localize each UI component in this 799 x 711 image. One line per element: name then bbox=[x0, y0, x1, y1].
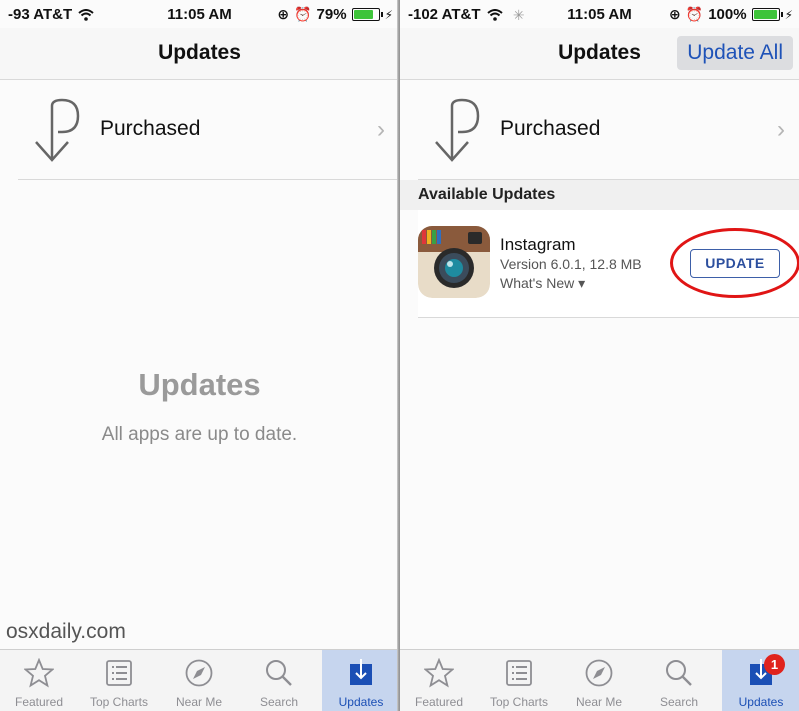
tab-label: Near Me bbox=[575, 695, 622, 709]
status-bar: -93 AT&T 11:05 AM ⊕ ⏰ 79% ⚡ bbox=[0, 0, 399, 28]
page-title: Updates bbox=[158, 41, 241, 64]
section-header-label: Available Updates bbox=[418, 186, 556, 203]
star-icon bbox=[424, 658, 454, 688]
purchased-icon bbox=[35, 98, 80, 162]
tab-updates[interactable]: Updates bbox=[322, 650, 399, 711]
compass-icon bbox=[185, 659, 213, 687]
battery-icon bbox=[751, 8, 783, 21]
tab-near-me[interactable]: Near Me bbox=[560, 650, 638, 711]
tab-label: Updates bbox=[738, 695, 784, 709]
purchased-icon bbox=[435, 98, 480, 162]
battery-percent: 79% bbox=[316, 6, 347, 23]
nav-bar: Updates bbox=[0, 28, 399, 80]
search-icon bbox=[666, 660, 692, 686]
battery-icon bbox=[351, 8, 383, 21]
app-update-row[interactable]: Instagram Version 6.0.1, 12.8 MB What's … bbox=[418, 210, 799, 318]
empty-state-subtitle: All apps are up to date. bbox=[101, 424, 298, 445]
app-name: Instagram bbox=[500, 235, 576, 254]
tab-featured[interactable]: Featured bbox=[0, 650, 78, 711]
tab-featured[interactable]: Featured bbox=[400, 650, 478, 711]
tab-bar: Featured Top Charts Near Me Search bbox=[400, 649, 799, 711]
updates-badge: 1 bbox=[764, 654, 785, 675]
list-icon bbox=[106, 660, 132, 686]
tab-label: Search bbox=[659, 695, 699, 709]
tab-label: Top Charts bbox=[489, 695, 549, 709]
tab-search[interactable]: Search bbox=[640, 650, 718, 711]
tab-label: Featured bbox=[414, 695, 464, 709]
tab-label: Updates bbox=[338, 695, 384, 709]
left-screen: -93 AT&T 11:05 AM ⊕ ⏰ 79% ⚡ Updates Purc… bbox=[0, 0, 399, 711]
whats-new-link[interactable]: What's New ▾ bbox=[500, 275, 585, 292]
compass-icon bbox=[585, 659, 613, 687]
purchased-label: Purchased bbox=[500, 117, 601, 140]
tab-search[interactable]: Search bbox=[240, 650, 318, 711]
app-version: Version 6.0.1, 12.8 MB bbox=[500, 256, 642, 272]
update-button[interactable]: UPDATE bbox=[690, 249, 780, 278]
tab-label: Search bbox=[259, 695, 299, 709]
update-all-button[interactable]: Update All bbox=[677, 36, 793, 70]
instagram-app-icon bbox=[418, 226, 490, 298]
chevron-right-icon: › bbox=[377, 116, 385, 143]
purchased-row[interactable]: Purchased › bbox=[18, 80, 399, 180]
charging-icon: ⚡ bbox=[384, 7, 393, 22]
alarm-icon: ⏰ bbox=[685, 6, 704, 22]
star-icon bbox=[24, 658, 54, 688]
empty-state-title: Updates bbox=[138, 367, 261, 402]
nav-bar: Updates Update All bbox=[400, 28, 799, 80]
right-screen: -102 AT&T ✳ 11:05 AM ⊕ ⏰ 100% ⚡ Updates … bbox=[400, 0, 799, 711]
tab-bar: Featured Top Charts Near Me Search bbox=[0, 649, 399, 711]
tab-label: Near Me bbox=[175, 695, 222, 709]
charging-icon: ⚡ bbox=[784, 7, 793, 22]
chevron-right-icon: › bbox=[777, 116, 785, 143]
tab-label: Featured bbox=[14, 695, 64, 709]
watermark: osxdaily.com bbox=[6, 620, 126, 643]
tab-near-me[interactable]: Near Me bbox=[160, 650, 238, 711]
section-header: Available Updates bbox=[400, 180, 799, 210]
search-icon bbox=[266, 660, 292, 686]
download-icon bbox=[350, 659, 372, 685]
purchased-row[interactable]: Purchased › bbox=[418, 80, 799, 180]
orientation-lock-icon: ⊕ bbox=[669, 6, 681, 22]
status-bar: -102 AT&T ✳ 11:05 AM ⊕ ⏰ 100% ⚡ bbox=[400, 0, 799, 28]
tab-top-charts[interactable]: Top Charts bbox=[480, 650, 558, 711]
list-icon bbox=[506, 660, 532, 686]
tab-top-charts[interactable]: Top Charts bbox=[80, 650, 158, 711]
tab-label: Top Charts bbox=[89, 695, 149, 709]
battery-percent: 100% bbox=[708, 6, 747, 23]
purchased-label: Purchased bbox=[100, 117, 201, 140]
orientation-lock-icon: ⊕ bbox=[277, 6, 290, 22]
tab-updates[interactable]: 1 Updates bbox=[722, 650, 799, 711]
alarm-icon: ⏰ bbox=[294, 6, 312, 22]
